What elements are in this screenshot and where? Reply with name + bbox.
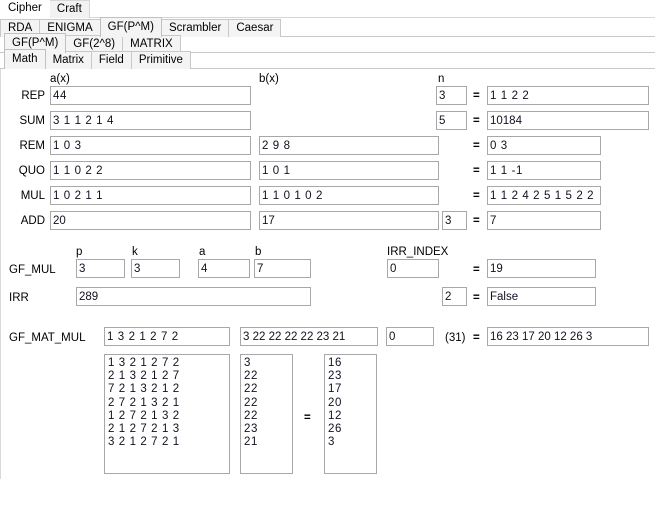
header-a: a (199, 246, 206, 258)
add-result-field[interactable] (487, 211, 601, 230)
add-n-input[interactable] (442, 211, 467, 230)
rem-ax-input[interactable] (50, 136, 251, 155)
mul-bx-input[interactable] (259, 186, 439, 205)
row-label-rep: REP (21, 90, 45, 102)
rep-equals-sign: = (473, 90, 480, 102)
header-b: b (255, 246, 262, 258)
row-label-gf-mat-mul: GF_MAT_MUL (9, 332, 86, 344)
gf-mul-equals-sign: = (473, 264, 480, 276)
add-bx-input[interactable] (259, 211, 439, 230)
rem-bx-input[interactable] (259, 136, 439, 155)
matrix-textarea[interactable]: 1 3 2 1 2 7 2 2 1 3 2 1 2 7 7 2 1 3 2 1 … (104, 354, 230, 474)
tab-matrix-sub[interactable]: Matrix (44, 51, 92, 69)
gf-mat-mul-index-input[interactable] (386, 327, 434, 346)
gf-mat-mul-matrix-input[interactable] (104, 327, 230, 346)
gf-mul-a-input[interactable] (198, 259, 250, 278)
gf-mul-irr-index-input[interactable] (387, 259, 439, 278)
header-k: k (132, 246, 138, 258)
gf-mul-p-input[interactable] (76, 259, 125, 278)
tab-field[interactable]: Field (90, 51, 132, 69)
irr-result-field[interactable] (487, 287, 596, 306)
row-label-add: ADD (20, 215, 45, 227)
vector-textarea[interactable]: 3 22 22 22 22 23 21 (240, 354, 293, 474)
rep-result-field[interactable] (487, 86, 649, 105)
sum-equals-sign: = (473, 115, 480, 127)
gf-mat-mul-vector-input[interactable] (240, 327, 378, 346)
tab-cipher[interactable]: Cipher (0, 0, 50, 18)
tab-gf-pm[interactable]: GF(P^M) (99, 17, 162, 37)
column-header-ax: a(x) (50, 73, 70, 85)
tab-primitive[interactable]: Primitive (130, 51, 191, 69)
quo-equals-sign: = (473, 165, 480, 177)
level3-tabstrip: Math Matrix Field Primitive (0, 49, 655, 69)
gf-mul-result-field[interactable] (487, 259, 596, 278)
column-header-n: n (438, 73, 445, 85)
irr-index-input[interactable] (442, 287, 467, 306)
mul-equals-sign: = (473, 190, 480, 202)
mul-ax-input[interactable] (50, 186, 251, 205)
column-header-bx: b(x) (259, 73, 279, 85)
row-label-mul: MUL (20, 190, 45, 202)
gf-mul-b-input[interactable] (254, 259, 311, 278)
sum-n-input[interactable] (436, 111, 467, 130)
mul-result-field[interactable] (487, 186, 601, 205)
row-label-irr: IRR (9, 292, 29, 304)
quo-result-field[interactable] (487, 161, 601, 180)
rep-n-input[interactable] (436, 86, 467, 105)
matrix-equals-sign: = (304, 412, 311, 424)
gf-mat-mul-equals-sign: = (473, 332, 480, 344)
gf-mul-k-input[interactable] (131, 259, 180, 278)
irr-value-input[interactable] (76, 287, 311, 306)
quo-bx-input[interactable] (259, 161, 439, 180)
header-irr-index: IRR_INDEX (387, 246, 449, 258)
header-p: p (76, 246, 83, 258)
row-label-sum: SUM (19, 115, 45, 127)
row-label-rem: REM (19, 140, 45, 152)
row-label-gf-mul: GF_MUL (9, 264, 56, 276)
gf-mat-mul-note: (31) (445, 332, 466, 344)
tab-craft[interactable]: Craft (48, 0, 90, 18)
result-textarea[interactable]: 16 23 17 20 12 26 3 (324, 354, 377, 474)
top-tabstrip: Cipher Craft (0, 0, 655, 18)
gf-mat-mul-result-field[interactable] (487, 327, 649, 346)
sum-ax-input[interactable] (50, 111, 251, 130)
sum-result-field[interactable] (487, 111, 649, 130)
add-equals-sign: = (473, 215, 480, 227)
add-ax-input[interactable] (50, 211, 251, 230)
rep-ax-input[interactable] (50, 86, 251, 105)
tab-caesar[interactable]: Caesar (228, 19, 282, 37)
irr-equals-sign: = (473, 292, 480, 304)
quo-ax-input[interactable] (50, 161, 251, 180)
math-form-panel: a(x) b(x) n REP = SUM = REM = QUO = MUL … (0, 69, 655, 479)
tab-math[interactable]: Math (4, 49, 46, 69)
row-label-quo: QUO (18, 165, 45, 177)
rem-equals-sign: = (473, 140, 480, 152)
rem-result-field[interactable] (487, 136, 601, 155)
